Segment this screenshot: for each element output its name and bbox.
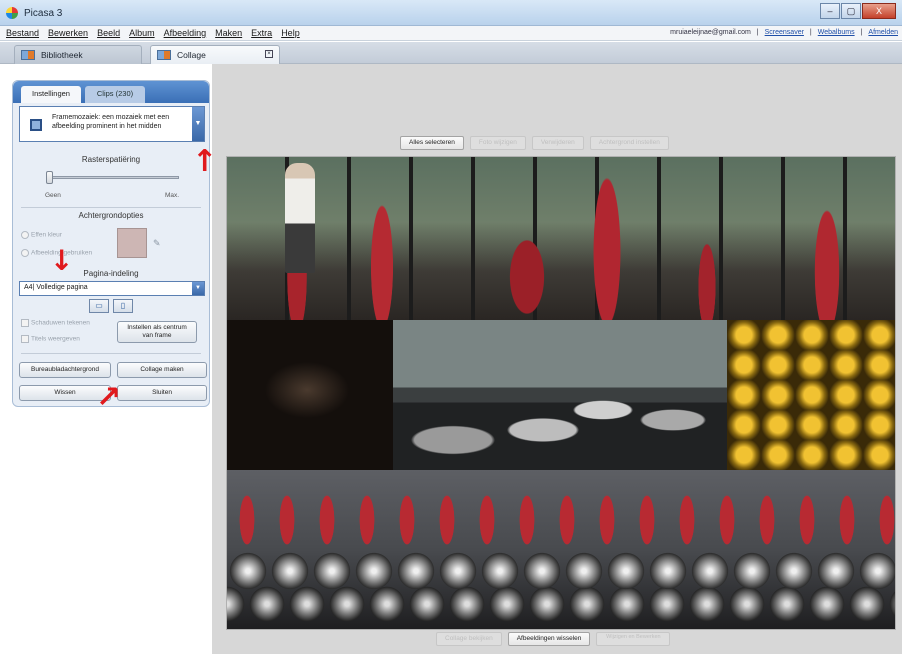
desktop-background-button[interactable]: Bureaubladachtergrond bbox=[19, 362, 111, 378]
collage-photo-red-forms-silver-balls[interactable] bbox=[227, 470, 895, 629]
separator: | bbox=[809, 29, 812, 36]
window-title: Picasa 3 bbox=[24, 8, 63, 19]
page-format-select[interactable]: A4| Volledige pagina ▼ bbox=[19, 281, 205, 296]
slider-min-label: Geen bbox=[45, 192, 61, 199]
tab-instellingen[interactable]: Instellingen bbox=[21, 86, 81, 103]
account-email: mruiaeleijnae@gmail.com bbox=[670, 29, 751, 36]
swap-images-button[interactable]: Afbeeldingen wisselen bbox=[507, 632, 591, 646]
annotation-arrow-down-icon: ↓ bbox=[50, 244, 74, 277]
checkbox-shadows[interactable]: Schaduwen tekenen bbox=[21, 319, 90, 327]
menu-beeld[interactable]: Beeld bbox=[97, 28, 120, 38]
menu-help[interactable]: Help bbox=[281, 28, 300, 38]
title-bar: Picasa 3 – ▢ X bbox=[0, 0, 902, 26]
divider bbox=[21, 207, 201, 208]
menu-afbeelding[interactable]: Afbeelding bbox=[164, 28, 207, 38]
chevron-down-icon[interactable]: ▼ bbox=[192, 282, 204, 295]
chevron-down-icon[interactable]: ▼ bbox=[192, 107, 204, 141]
background-color-swatch[interactable] bbox=[117, 228, 147, 258]
close-button[interactable]: Sluiten bbox=[117, 385, 207, 401]
background-options-title: Achtergrondopties bbox=[78, 211, 144, 220]
page-format-value: A4| Volledige pagina bbox=[24, 284, 88, 291]
tab-library[interactable]: Bibliotheek bbox=[14, 45, 142, 64]
center-frame-line1: Instellen als centrum bbox=[127, 324, 187, 331]
close-tab-icon[interactable]: × bbox=[265, 50, 273, 58]
picasa-app-icon bbox=[6, 7, 18, 19]
slider-thumb[interactable] bbox=[46, 171, 53, 184]
grid-spacing-slider[interactable] bbox=[46, 171, 179, 184]
portrait-orientation-button[interactable]: ▯ bbox=[113, 299, 133, 313]
slider-max-label: Max. bbox=[165, 192, 180, 199]
eyedropper-icon[interactable]: ✎ bbox=[153, 238, 161, 249]
menu-extra[interactable]: Extra bbox=[251, 28, 272, 38]
modify-edit-button[interactable]: Wijzigen en Bewerken bbox=[596, 632, 671, 646]
collage-type-text: Framemozaiek: een mozaiek met een afbeel… bbox=[52, 114, 170, 130]
menu-bewerken[interactable]: Bewerken bbox=[48, 28, 88, 38]
collage-photo-gallery-pillows[interactable] bbox=[393, 320, 727, 470]
checkbox-titles[interactable]: Titels weergeven bbox=[21, 335, 80, 343]
account-links: mruiaeleijnae@gmail.com | Screensaver | … bbox=[670, 29, 898, 36]
select-all-button[interactable]: Alles selecteren bbox=[400, 136, 464, 150]
collage-photo-infinity-lights[interactable] bbox=[227, 320, 393, 470]
divider bbox=[21, 353, 201, 354]
framemosaic-icon bbox=[30, 119, 42, 131]
view-collage-button[interactable]: Collage bekijken bbox=[436, 632, 502, 646]
separator: | bbox=[860, 29, 863, 36]
tab-library-label: Bibliotheek bbox=[41, 50, 83, 60]
landscape-orientation-button[interactable]: ▭ bbox=[89, 299, 109, 313]
checkbox-shadows-label: Schaduwen tekenen bbox=[31, 319, 90, 327]
collage-photo-golden-grid[interactable] bbox=[727, 320, 895, 470]
annotation-arrow-diagonal-icon: ↗ bbox=[96, 380, 122, 415]
collage-icon bbox=[157, 50, 171, 60]
center-frame-line2: van frame bbox=[142, 332, 172, 339]
screensaver-link[interactable]: Screensaver bbox=[765, 29, 804, 36]
tab-collage[interactable]: Collage × bbox=[150, 45, 280, 64]
close-window-button[interactable]: X bbox=[862, 3, 896, 19]
library-icon bbox=[21, 50, 35, 60]
collage-settings-panel: Instellingen Clips (230) Framemozaiek: e… bbox=[12, 80, 210, 407]
window-controls: – ▢ X bbox=[820, 3, 896, 19]
page-format-title: Pagina-indeling bbox=[83, 269, 139, 278]
stage-top-toolbar: Alles selecteren Foto wijzigen Verwijder… bbox=[400, 136, 669, 150]
menu-maken[interactable]: Maken bbox=[215, 28, 242, 38]
change-photo-button[interactable]: Foto wijzigen bbox=[469, 136, 526, 150]
tab-collage-label: Collage bbox=[177, 50, 206, 60]
menu-bar: Bestand Bewerken Beeld Album Afbeelding … bbox=[0, 26, 902, 41]
menu-list: Bestand Bewerken Beeld Album Afbeelding … bbox=[6, 28, 300, 38]
annotation-arrow-up-icon: ↑ bbox=[192, 144, 218, 179]
collage-stage: Alles selecteren Foto wijzigen Verwijder… bbox=[212, 64, 902, 654]
checkbox-titles-label: Titels weergeven bbox=[31, 335, 80, 343]
collage-photo-red-tentacles-room[interactable] bbox=[227, 157, 895, 320]
collage-canvas[interactable] bbox=[226, 156, 896, 630]
separator: | bbox=[756, 29, 759, 36]
view-tab-bar: Bibliotheek Collage × bbox=[0, 42, 902, 64]
set-background-button[interactable]: Achtergrond instellen bbox=[589, 136, 669, 150]
menu-album[interactable]: Album bbox=[129, 28, 155, 38]
menu-bestand[interactable]: Bestand bbox=[6, 28, 39, 38]
stage-bottom-toolbar: Collage bekijken Afbeeldingen wisselen W… bbox=[436, 632, 671, 646]
set-center-frame-button[interactable]: Instellen als centrum van frame bbox=[117, 321, 197, 343]
radio-solid-color[interactable]: Effen kleur bbox=[21, 231, 62, 239]
remove-button[interactable]: Verwijderen bbox=[531, 136, 584, 150]
grid-spacing-title: Rasterspatiëring bbox=[81, 155, 141, 164]
make-collage-button[interactable]: Collage maken bbox=[117, 362, 207, 378]
webalbums-link[interactable]: Webalbums bbox=[818, 29, 855, 36]
sign-out-link[interactable]: Afmelden bbox=[868, 29, 898, 36]
maximize-button[interactable]: ▢ bbox=[841, 3, 861, 19]
minimize-button[interactable]: – bbox=[820, 3, 840, 19]
settings-tabs: Instellingen Clips (230) bbox=[13, 81, 209, 103]
collage-type-select[interactable]: Framemozaiek: een mozaiek met een afbeel… bbox=[19, 106, 205, 142]
tab-clips[interactable]: Clips (230) bbox=[85, 86, 145, 103]
person-figure bbox=[285, 163, 315, 273]
radio-solid-label: Effen kleur bbox=[31, 231, 62, 239]
